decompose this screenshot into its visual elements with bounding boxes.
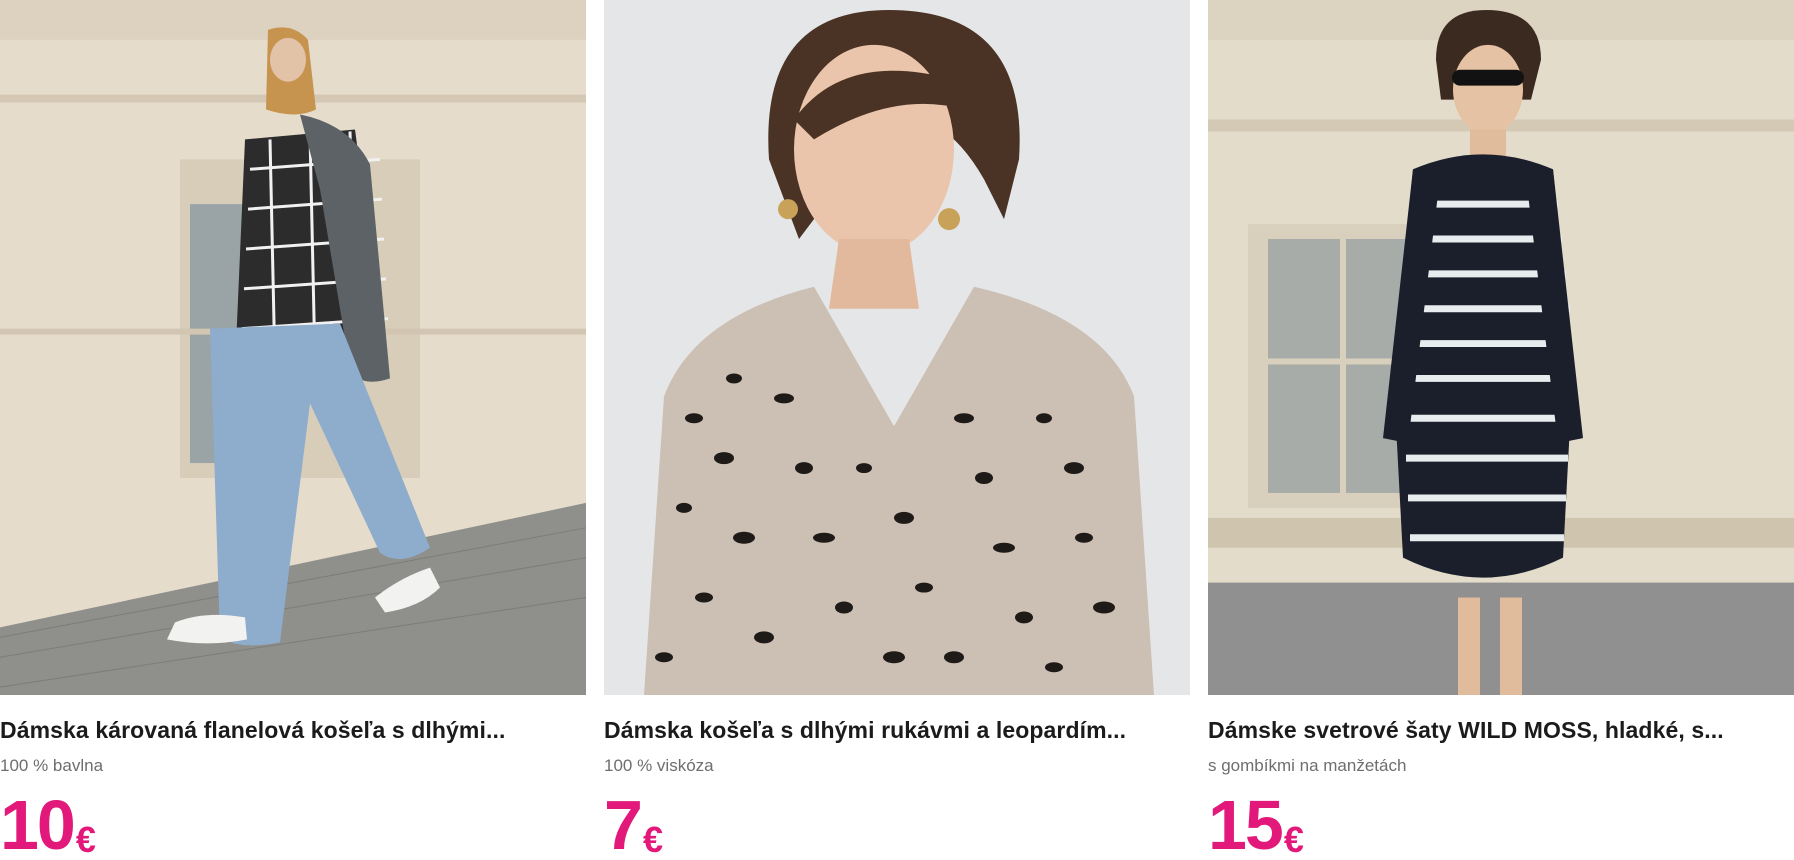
price-amount-2: 7 bbox=[604, 786, 643, 860]
price-currency-1: € bbox=[75, 819, 96, 860]
product-price-3: 15 € bbox=[1208, 790, 1794, 860]
product-card-3[interactable]: Dámske svetrové šaty WILD MOSS, hladké, … bbox=[1208, 0, 1794, 860]
price-amount-1: 10 bbox=[0, 786, 76, 860]
product-price-1: 10 € bbox=[0, 790, 586, 860]
product-subtitle-2: 100 % viskóza bbox=[604, 756, 714, 775]
price-currency-2: € bbox=[642, 819, 663, 860]
product-grid: Dámska károvaná flanelová košeľa s dlhým… bbox=[0, 0, 1794, 860]
product-image-3[interactable] bbox=[1208, 0, 1794, 696]
product-title-2[interactable]: Dámska košeľa s dlhými rukávmi a leopard… bbox=[604, 717, 1190, 744]
product-image-1[interactable] bbox=[0, 0, 586, 696]
product-card-1[interactable]: Dámska károvaná flanelová košeľa s dlhým… bbox=[0, 0, 586, 860]
product-title-3[interactable]: Dámske svetrové šaty WILD MOSS, hladké, … bbox=[1208, 717, 1794, 744]
price-amount-3: 15 bbox=[1208, 786, 1284, 860]
product-subtitle-3: s gombíkmi na manžetách bbox=[1208, 756, 1407, 775]
product-subtitle-1: 100 % bavlna bbox=[0, 756, 104, 775]
model-striped-dress-photo bbox=[1208, 0, 1794, 696]
model-leopard-shirt-photo bbox=[604, 0, 1190, 696]
price-currency-3: € bbox=[1283, 819, 1304, 860]
model-checked-shirt-photo bbox=[0, 0, 586, 696]
product-title-1[interactable]: Dámska károvaná flanelová košeľa s dlhým… bbox=[0, 717, 586, 744]
product-image-2[interactable] bbox=[604, 0, 1190, 696]
product-card-2[interactable]: Dámska košeľa s dlhými rukávmi a leopard… bbox=[604, 0, 1190, 860]
product-price-2: 7 € bbox=[604, 790, 1190, 860]
